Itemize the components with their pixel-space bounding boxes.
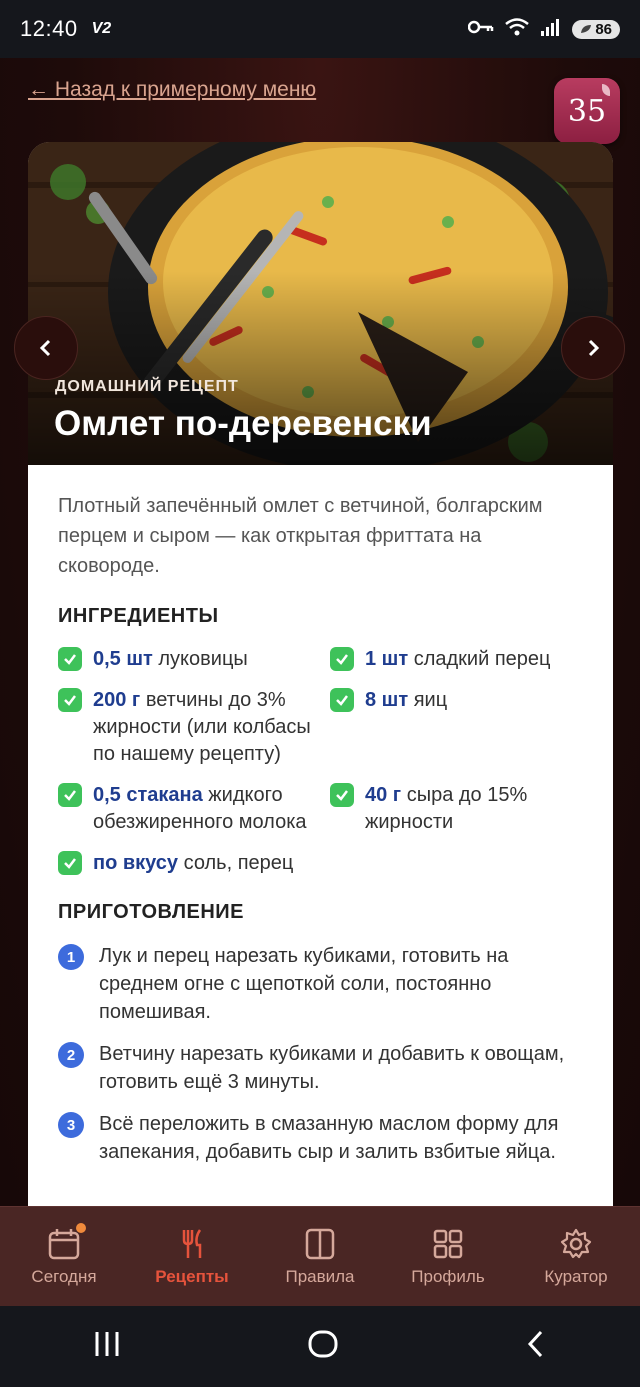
step-text: Всё переложить в смазанную маслом форму … bbox=[99, 1113, 559, 1163]
check-icon bbox=[330, 783, 354, 807]
ingredient-qty: 1 шт bbox=[365, 648, 409, 670]
gear-icon bbox=[560, 1228, 592, 1258]
recent-apps-icon bbox=[95, 1332, 119, 1356]
ingredients-heading: ИНГРЕДИЕНТЫ bbox=[58, 605, 219, 627]
ingredient-name: луковицы bbox=[152, 648, 248, 670]
step-number: 3 bbox=[58, 1112, 84, 1138]
book-icon bbox=[305, 1228, 335, 1259]
steps-list: 1 Лук и перец нарезать кубиками, готовит… bbox=[58, 942, 583, 1166]
ingredients-list: 0,5 шт луковицы 1 шт сладкий перец 200 г… bbox=[58, 646, 583, 877]
preparation-heading: ПРИГОТОВЛЕНИЕ bbox=[58, 901, 244, 923]
battery-level: 86 bbox=[595, 20, 612, 38]
check-icon bbox=[58, 851, 82, 875]
tab-recipes[interactable]: Рецепты bbox=[132, 1227, 252, 1287]
step-item: 2 Ветчину нарезать кубиками и добавить к… bbox=[58, 1040, 583, 1096]
ingredient-text: 8 шт яиц bbox=[365, 687, 447, 714]
back-button[interactable] bbox=[524, 1329, 548, 1364]
tab-rules[interactable]: Правила bbox=[260, 1227, 380, 1287]
check-icon bbox=[58, 647, 82, 671]
battery-indicator: 86 bbox=[572, 19, 620, 39]
tab-label: Правила bbox=[285, 1266, 355, 1286]
tab-curator[interactable]: Куратор bbox=[516, 1227, 636, 1287]
status-bar: 12:40 V2 86 bbox=[0, 0, 640, 58]
signal-icon bbox=[540, 17, 562, 42]
notification-dot bbox=[76, 1222, 86, 1233]
tab-today[interactable]: Сегодня bbox=[4, 1222, 124, 1287]
ingredient-qty: по вкусу bbox=[93, 852, 179, 874]
network-tag: V2 bbox=[91, 20, 112, 37]
check-icon bbox=[58, 783, 82, 807]
ingredient-name: сладкий перец bbox=[408, 648, 551, 670]
step-number: 2 bbox=[58, 1042, 84, 1068]
recent-apps-button[interactable] bbox=[92, 1329, 122, 1364]
bottom-tab-bar: Сегодня Рецепты Правила Профиль Куратор bbox=[0, 1206, 640, 1306]
tab-label: Куратор bbox=[544, 1266, 608, 1286]
home-icon bbox=[308, 1330, 338, 1358]
check-icon bbox=[58, 688, 82, 712]
grid-icon bbox=[433, 1229, 463, 1258]
recipe-photo: ДОМАШНИЙ РЕЦЕПТ Омлет по-деревенски bbox=[28, 142, 613, 465]
key-icon bbox=[468, 19, 494, 40]
ingredient-text: по вкусу соль, перец bbox=[93, 850, 293, 877]
tab-label: Профиль bbox=[411, 1266, 485, 1286]
ingredient-qty: 0,5 стакана bbox=[93, 784, 203, 806]
previous-recipe-button[interactable] bbox=[14, 316, 78, 380]
step-item: 1 Лук и перец нарезать кубиками, готовит… bbox=[58, 942, 583, 1026]
status-time: 12:40 bbox=[20, 16, 78, 41]
check-icon bbox=[330, 688, 354, 712]
tab-profile[interactable]: Профиль bbox=[388, 1227, 508, 1287]
check-icon bbox=[330, 647, 354, 671]
ingredient-text: 0,5 стакана жидкого обезжиренного молока bbox=[93, 782, 330, 836]
recipe-tag: ДОМАШНИЙ РЕЦЕПТ bbox=[55, 378, 239, 395]
calendar-icon bbox=[48, 1228, 80, 1259]
ingredient-item: 200 г ветчины до 3% жирности (или колбас… bbox=[58, 687, 330, 768]
ingredient-text: 200 г ветчины до 3% жирности (или колбас… bbox=[93, 687, 330, 768]
system-navigation-bar bbox=[0, 1306, 640, 1387]
ingredient-item: 8 шт яиц bbox=[330, 687, 570, 768]
ingredient-item: 0,5 стакана жидкого обезжиренного молока bbox=[58, 782, 330, 836]
ingredient-qty: 200 г bbox=[93, 689, 141, 711]
ingredient-item: 0,5 шт луковицы bbox=[58, 646, 330, 673]
step-number: 1 bbox=[58, 944, 84, 970]
ingredient-name: соль, перец bbox=[178, 852, 294, 874]
ingredient-item: 40 г сыра до 15% жирности bbox=[330, 782, 570, 836]
ingredient-text: 40 г сыра до 15% жирности bbox=[365, 782, 570, 836]
day-badge: 35 bbox=[554, 78, 620, 144]
recipe-title: Омлет по-деревенски bbox=[54, 404, 432, 443]
ingredient-qty: 40 г bbox=[365, 784, 402, 806]
ingredient-qty: 0,5 шт bbox=[93, 648, 153, 670]
chevron-left-icon bbox=[39, 339, 51, 357]
step-text: Лук и перец нарезать кубиками, готовить … bbox=[99, 945, 509, 1023]
recipe-card: ДОМАШНИЙ РЕЦЕПТ Омлет по-деревенски Плот… bbox=[28, 142, 613, 1242]
app-screen: ← Назад к примерному меню 35 ДОМАШНИЙ РЕ… bbox=[0, 58, 640, 1306]
ingredient-qty: 8 шт bbox=[365, 689, 409, 711]
back-to-menu-link[interactable]: ← Назад к примерному меню bbox=[28, 78, 316, 102]
wifi-icon bbox=[504, 17, 530, 42]
ingredient-name: яиц bbox=[408, 689, 448, 711]
next-recipe-button[interactable] bbox=[561, 316, 625, 380]
recipe-description: Плотный запечённый омлет с ветчиной, бол… bbox=[58, 495, 543, 577]
recipe-content: Плотный запечённый омлет с ветчиной, бол… bbox=[28, 465, 613, 1166]
tab-label: Рецепты bbox=[155, 1266, 229, 1286]
home-button[interactable] bbox=[307, 1328, 339, 1365]
step-text: Ветчину нарезать кубиками и добавить к о… bbox=[99, 1043, 565, 1093]
step-item: 3 Всё переложить в смазанную маслом форм… bbox=[58, 1110, 583, 1166]
ingredient-item: по вкусу соль, перец bbox=[58, 850, 330, 877]
tab-label: Сегодня bbox=[31, 1266, 97, 1286]
back-icon bbox=[527, 1330, 542, 1358]
fork-knife-icon bbox=[182, 1228, 202, 1258]
status-icons: 86 bbox=[468, 17, 620, 42]
ingredient-text: 0,5 шт луковицы bbox=[93, 646, 248, 673]
day-number: 35 bbox=[567, 93, 607, 129]
leaf-icon bbox=[580, 21, 592, 38]
ingredient-item: 1 шт сладкий перец bbox=[330, 646, 570, 673]
chevron-right-icon bbox=[588, 339, 600, 357]
ingredient-text: 1 шт сладкий перец bbox=[365, 646, 550, 673]
